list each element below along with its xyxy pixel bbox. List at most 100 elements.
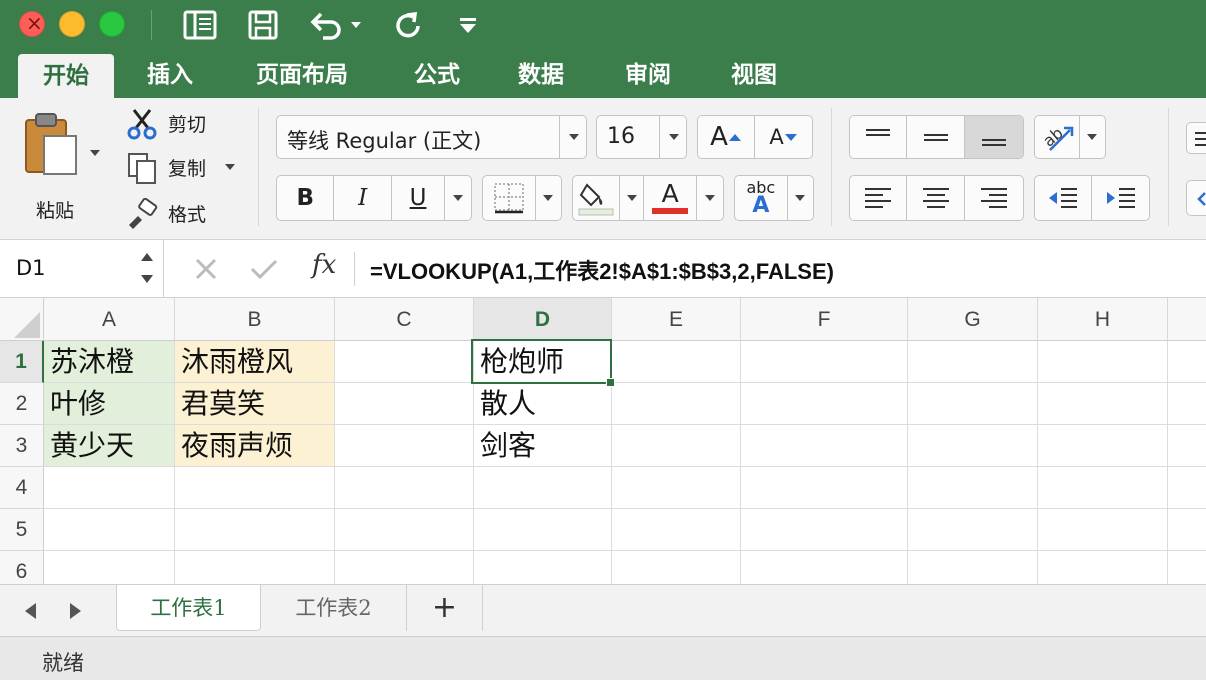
cell-d2[interactable]: 散人 <box>474 383 612 425</box>
cell-c4[interactable] <box>335 467 474 509</box>
sidebar-toggle-button[interactable] <box>180 8 220 42</box>
font-color-button[interactable]: A <box>644 176 698 220</box>
italic-button[interactable]: I <box>334 176 392 220</box>
copy-chevron-down-icon[interactable] <box>225 164 235 170</box>
borders-dropdown[interactable] <box>536 176 561 220</box>
wrap-text-button[interactable] <box>1186 122 1206 154</box>
cell-b2[interactable]: 君莫笑 <box>175 383 335 425</box>
column-header-d[interactable]: D <box>474 298 612 341</box>
column-header-b[interactable]: B <box>175 298 335 341</box>
cell-c2[interactable] <box>335 383 474 425</box>
paste-button[interactable]: 粘贴 <box>18 110 106 222</box>
minimize-icon[interactable] <box>59 11 85 37</box>
sheet-tab-2[interactable]: 工作表2 <box>261 585 407 631</box>
cell-a1[interactable]: 苏沐橙 <box>44 341 175 383</box>
cell-a5[interactable] <box>44 509 175 551</box>
cell-h3[interactable] <box>1038 425 1168 467</box>
cell-a2[interactable]: 叶修 <box>44 383 175 425</box>
align-bottom-button[interactable] <box>964 116 1023 158</box>
zoom-icon[interactable] <box>99 11 125 37</box>
cell-e6[interactable] <box>612 551 741 584</box>
cell-i5[interactable] <box>1168 509 1206 551</box>
fill-color-dropdown[interactable] <box>620 176 645 220</box>
align-top-button[interactable] <box>850 116 908 158</box>
copy-button[interactable]: 复制 <box>126 152 246 184</box>
cell-g3[interactable] <box>908 425 1038 467</box>
row-header-4[interactable]: 4 <box>0 467 44 509</box>
cell-d3[interactable]: 剑客 <box>474 425 612 467</box>
cell-a4[interactable] <box>44 467 175 509</box>
cell-d4[interactable] <box>474 467 612 509</box>
cell-a6[interactable] <box>44 551 175 584</box>
cell-h2[interactable] <box>1038 383 1168 425</box>
fx-icon[interactable]: fx <box>312 250 336 280</box>
font-family-chevron-down-icon[interactable] <box>568 134 579 140</box>
name-box[interactable]: D1 <box>0 240 164 298</box>
cell-e1[interactable] <box>612 341 741 383</box>
tab-insert[interactable]: 插入 <box>122 52 218 98</box>
bold-button[interactable]: B <box>277 176 335 220</box>
column-header-e[interactable]: E <box>612 298 741 341</box>
cell-a3[interactable]: 黄少天 <box>44 425 175 467</box>
cell-e5[interactable] <box>612 509 741 551</box>
cell-f3[interactable] <box>741 425 908 467</box>
cell-e3[interactable] <box>612 425 741 467</box>
column-header-a[interactable]: A <box>44 298 175 341</box>
merge-cells-button[interactable] <box>1186 180 1206 216</box>
cell-i4[interactable] <box>1168 467 1206 509</box>
cell-h5[interactable] <box>1038 509 1168 551</box>
cell-f2[interactable] <box>741 383 908 425</box>
align-center-button[interactable] <box>907 176 965 220</box>
row-header-5[interactable]: 5 <box>0 509 44 551</box>
cell-h4[interactable] <box>1038 467 1168 509</box>
formula-input[interactable]: =VLOOKUP(A1,工作表2!$A$1:$B$3,2,FALSE) <box>370 254 834 286</box>
paste-chevron-down-icon[interactable] <box>90 150 100 156</box>
format-painter-button[interactable]: 格式 <box>126 198 246 230</box>
cell-g6[interactable] <box>908 551 1038 584</box>
cell-b4[interactable] <box>175 467 335 509</box>
save-button[interactable] <box>243 8 283 42</box>
undo-button[interactable] <box>303 8 367 42</box>
close-icon[interactable] <box>19 11 45 37</box>
cell-e2[interactable] <box>612 383 741 425</box>
underline-dropdown[interactable] <box>445 176 471 220</box>
row-header-6[interactable]: 6 <box>0 551 44 584</box>
cancel-icon[interactable] <box>193 256 219 282</box>
select-all-corner[interactable] <box>0 298 44 341</box>
cell-d5[interactable] <box>474 509 612 551</box>
cell-g2[interactable] <box>908 383 1038 425</box>
tab-data[interactable]: 数据 <box>496 52 586 98</box>
font-family-select[interactable]: 等线 Regular (正文) <box>276 115 587 159</box>
row-header-1[interactable]: 1 <box>0 341 44 383</box>
sheet-tab-1[interactable]: 工作表1 <box>116 585 261 631</box>
cell-d1[interactable]: 枪炮师 <box>474 341 612 383</box>
fill-handle[interactable] <box>606 378 615 387</box>
cell-f5[interactable] <box>741 509 908 551</box>
cell-b3[interactable]: 夜雨声烦 <box>175 425 335 467</box>
cell-d6[interactable] <box>474 551 612 584</box>
cell-b1[interactable]: 沐雨橙风 <box>175 341 335 383</box>
underline-button[interactable]: U <box>392 176 446 220</box>
decrease-font-size-button[interactable]: A <box>755 116 812 158</box>
phonetic-button[interactable]: abc A <box>735 176 788 220</box>
increase-font-size-button[interactable]: A <box>698 116 756 158</box>
tab-review[interactable]: 审阅 <box>602 52 694 98</box>
cell-i2[interactable] <box>1168 383 1206 425</box>
tab-home[interactable]: 开始 <box>18 54 114 98</box>
orientation-dropdown[interactable] <box>1080 116 1105 158</box>
cell-e4[interactable] <box>612 467 741 509</box>
tab-view[interactable]: 视图 <box>708 52 800 98</box>
row-header-3[interactable]: 3 <box>0 425 44 467</box>
tab-formulas[interactable]: 公式 <box>392 52 482 98</box>
tab-page-layout[interactable]: 页面布局 <box>232 52 372 98</box>
align-left-button[interactable] <box>850 176 908 220</box>
fill-color-button[interactable] <box>573 176 621 220</box>
cell-c1[interactable] <box>335 341 474 383</box>
redo-button[interactable] <box>388 8 428 42</box>
font-size-chevron-down-icon[interactable] <box>668 134 679 140</box>
cell-b6[interactable] <box>175 551 335 584</box>
cell-c3[interactable] <box>335 425 474 467</box>
scroll-left-icon[interactable] <box>22 601 38 621</box>
cell-i3[interactable] <box>1168 425 1206 467</box>
cell-c5[interactable] <box>335 509 474 551</box>
